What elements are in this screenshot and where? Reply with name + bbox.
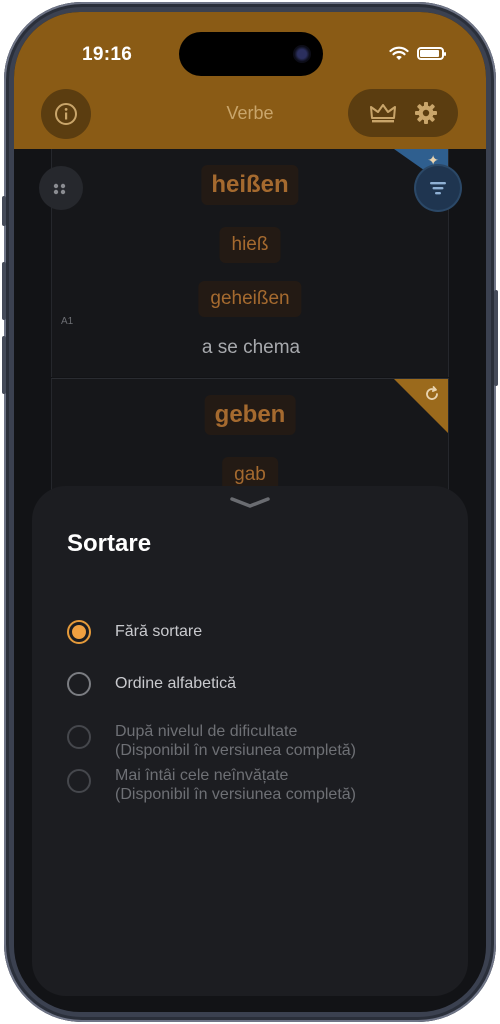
gear-icon[interactable] — [414, 101, 438, 125]
option-label: Mai întâi cele neînvățate (Disponibil în… — [115, 766, 356, 804]
chevron-down-icon[interactable] — [230, 496, 270, 510]
option-label-line2: (Disponibil în versiunea completă) — [115, 786, 356, 803]
action-button — [2, 196, 6, 226]
option-label-line1: Mai întâi cele neînvățate — [115, 767, 289, 784]
radio-unselected[interactable] — [67, 672, 91, 696]
screen: 19:16 Verbe ✦ heißen hieß geheißen a se … — [14, 12, 486, 1012]
verb-translation: a se chema — [201, 337, 301, 358]
radio-disabled — [67, 769, 91, 793]
radio-selected[interactable] — [67, 620, 91, 644]
option-label: Ordine alfabetică — [115, 672, 236, 693]
app-header: 19:16 Verbe — [14, 12, 486, 149]
filter-icon — [430, 182, 446, 195]
refresh-icon — [426, 386, 438, 400]
sheet-title: Sortare — [67, 530, 152, 557]
sort-option-difficulty: După nivelul de dificultate (Disponibil … — [67, 722, 356, 760]
radio-disabled — [67, 725, 91, 749]
option-label-line1: După nivelul de dificultate — [115, 723, 298, 740]
option-label-line2: (Disponibil în versiunea completă) — [115, 742, 356, 759]
shuffle-button[interactable] — [39, 166, 83, 210]
sort-sheet: Sortare Fără sortare Ordine alfabetică D… — [32, 486, 468, 996]
camera-icon — [293, 45, 311, 63]
crown-icon[interactable] — [369, 102, 397, 124]
option-label: După nivelul de dificultate (Disponibil … — [115, 722, 356, 760]
verb-participle: geheißen — [198, 281, 302, 317]
sort-option-unlearned-first: Mai întâi cele neînvățate (Disponibil în… — [67, 766, 356, 804]
power-button — [494, 290, 498, 386]
verb-card[interactable]: ✦ heißen hieß geheißen a se chema A1 — [51, 149, 449, 377]
header-actions — [348, 89, 458, 137]
dynamic-island — [179, 32, 323, 76]
option-label: Fără sortare — [115, 620, 202, 641]
verb-infinitive: heißen — [201, 165, 299, 205]
verb-preterite: hieß — [219, 227, 281, 263]
battery-icon — [417, 47, 446, 60]
option-label-line1: Fără sortare — [115, 623, 203, 640]
option-label-line1: Ordine alfabetică — [115, 675, 236, 692]
sort-option-alphabetical[interactable]: Ordine alfabetică — [67, 672, 236, 696]
status-icons — [389, 46, 446, 61]
sort-filter-button[interactable] — [416, 166, 460, 210]
dots-icon — [53, 183, 66, 195]
wifi-icon — [389, 46, 409, 60]
volume-down-button — [2, 336, 6, 394]
level-badge: A1 — [61, 316, 74, 327]
volume-up-button — [2, 262, 6, 320]
status-time: 19:16 — [82, 44, 133, 65]
verb-infinitive: geben — [204, 395, 296, 435]
sort-option-none[interactable]: Fără sortare — [67, 620, 202, 644]
